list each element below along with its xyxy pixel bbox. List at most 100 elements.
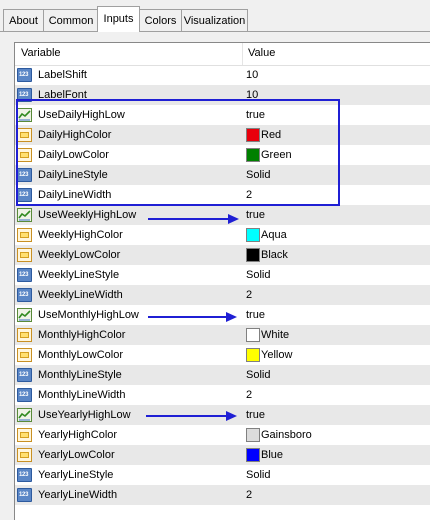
variable-cell[interactable]: YearlyHighColor [16,425,243,445]
grid-row[interactable]: UseDailyHighLow true [15,105,430,125]
value-cell[interactable]: Solid [243,465,430,485]
number-icon-label: 123 [19,392,29,398]
variable-cell[interactable]: 123 LabelFont [16,85,243,105]
grid-row[interactable]: MonthlyHighColor White [15,325,430,345]
grid-row[interactable]: DailyLowColor Green [15,145,430,165]
grid-row[interactable]: 123 YearlyLineStyle Solid [15,465,430,485]
value-cell[interactable]: White [243,325,430,345]
variable-name: WeeklyLowColor [38,249,121,261]
header-variable[interactable]: Variable [21,47,61,59]
color-icon [17,248,32,262]
bool-icon [17,108,32,122]
value-cell[interactable]: true [243,305,430,325]
grid-row[interactable]: 123 WeeklyLineStyle Solid [15,265,430,285]
grid-row[interactable]: DailyHighColor Red [15,125,430,145]
value-cell[interactable]: 10 [243,65,430,85]
variable-cell[interactable]: DailyHighColor [16,125,243,145]
grid-row[interactable]: UseWeeklyHighLow true [15,205,430,225]
tab-inputs[interactable]: Inputs [97,6,140,32]
tab-visualization[interactable]: Visualization [181,9,248,31]
variable-cell[interactable]: UseDailyHighLow [16,105,243,125]
value-cell[interactable]: Solid [243,165,430,185]
color-swatch[interactable] [246,248,260,262]
variable-cell[interactable]: 123 WeeklyLineStyle [16,265,243,285]
value-cell[interactable]: Blue [243,445,430,465]
variable-cell[interactable]: DailyLowColor [16,145,243,165]
grid-row[interactable]: 123 WeeklyLineWidth 2 [15,285,430,305]
variable-cell[interactable]: YearlyLowColor [16,445,243,465]
value-cell[interactable]: 2 [243,385,430,405]
value-cell[interactable]: Red [243,125,430,145]
variable-cell[interactable]: 123 YearlyLineStyle [16,465,243,485]
color-swatch[interactable] [246,448,260,462]
tab-about[interactable]: About [3,9,44,31]
value-cell[interactable]: Aqua [243,225,430,245]
number-icon: 123 [17,68,32,82]
value-text: Solid [246,469,271,481]
variable-cell[interactable]: UseYearlyHighLow [16,405,243,425]
color-swatch[interactable] [246,328,260,342]
grid-row[interactable]: 123 DailyLineStyle Solid [15,165,430,185]
value-cell[interactable]: Gainsboro [243,425,430,445]
variable-cell[interactable]: 123 DailyLineStyle [16,165,243,185]
number-icon-label: 123 [19,372,29,378]
variable-cell[interactable]: UseWeeklyHighLow [16,205,243,225]
grid-row[interactable]: MonthlyLowColor Yellow [15,345,430,365]
grid-row[interactable]: UseMonthlyHighLow true [15,305,430,325]
variable-cell[interactable]: 123 WeeklyLineWidth [16,285,243,305]
variable-cell[interactable]: WeeklyLowColor [16,245,243,265]
variable-cell[interactable]: 123 MonthlyLineWidth [16,385,243,405]
variable-cell[interactable]: 123 YearlyLineWidth [16,485,243,505]
value-cell[interactable]: 2 [243,485,430,505]
grid-row[interactable]: WeeklyHighColor Aqua [15,225,430,245]
value-text: Yellow [261,349,293,361]
column-separator[interactable] [242,43,243,65]
color-swatch[interactable] [246,348,260,362]
grid-row[interactable]: 123 LabelFont 10 [15,85,430,105]
value-text: Solid [246,169,271,181]
variable-name: LabelShift [38,69,87,81]
value-cell[interactable]: 2 [243,285,430,305]
value-cell[interactable]: true [243,105,430,125]
variable-cell[interactable]: 123 DailyLineWidth [16,185,243,205]
variable-cell[interactable]: MonthlyLowColor [16,345,243,365]
tab-colors[interactable]: Colors [139,9,182,31]
color-swatch[interactable] [246,228,260,242]
grid-row[interactable]: 123 YearlyLineWidth 2 [15,485,430,505]
header-value[interactable]: Value [248,47,275,59]
value-cell[interactable]: true [243,205,430,225]
grid-row[interactable]: UseYearlyHighLow true [15,405,430,425]
value-cell[interactable]: Solid [243,365,430,385]
grid-row[interactable]: 123 DailyLineWidth 2 [15,185,430,205]
grid-row[interactable]: YearlyHighColor Gainsboro [15,425,430,445]
variable-cell[interactable]: UseMonthlyHighLow [16,305,243,325]
tab-common[interactable]: Common [43,9,99,31]
value-text: 2 [246,189,253,201]
number-icon-label: 123 [19,172,29,178]
variable-cell[interactable]: 123 MonthlyLineStyle [16,365,243,385]
color-swatch[interactable] [246,148,260,162]
value-cell[interactable]: 2 [243,185,430,205]
grid-row[interactable]: WeeklyLowColor Black [15,245,430,265]
variable-name: YearlyHighColor [38,429,118,441]
value-cell[interactable]: true [243,405,430,425]
variable-name: DailyLineWidth [38,189,112,201]
number-icon: 123 [17,468,32,482]
value-cell[interactable]: Yellow [243,345,430,365]
variable-cell[interactable]: MonthlyHighColor [16,325,243,345]
color-swatch[interactable] [246,128,260,142]
value-text: true [246,309,265,321]
variable-name: WeeklyHighColor [38,229,123,241]
grid-row[interactable]: YearlyLowColor Blue [15,445,430,465]
color-swatch[interactable] [246,428,260,442]
grid-row[interactable]: 123 MonthlyLineStyle Solid [15,365,430,385]
grid-row[interactable]: 123 MonthlyLineWidth 2 [15,385,430,405]
value-cell[interactable]: 10 [243,85,430,105]
variable-cell[interactable]: WeeklyHighColor [16,225,243,245]
color-icon [17,448,32,462]
value-cell[interactable]: Solid [243,265,430,285]
value-cell[interactable]: Green [243,145,430,165]
variable-cell[interactable]: 123 LabelShift [16,65,243,85]
value-cell[interactable]: Black [243,245,430,265]
grid-row[interactable]: 123 LabelShift 10 [15,65,430,85]
